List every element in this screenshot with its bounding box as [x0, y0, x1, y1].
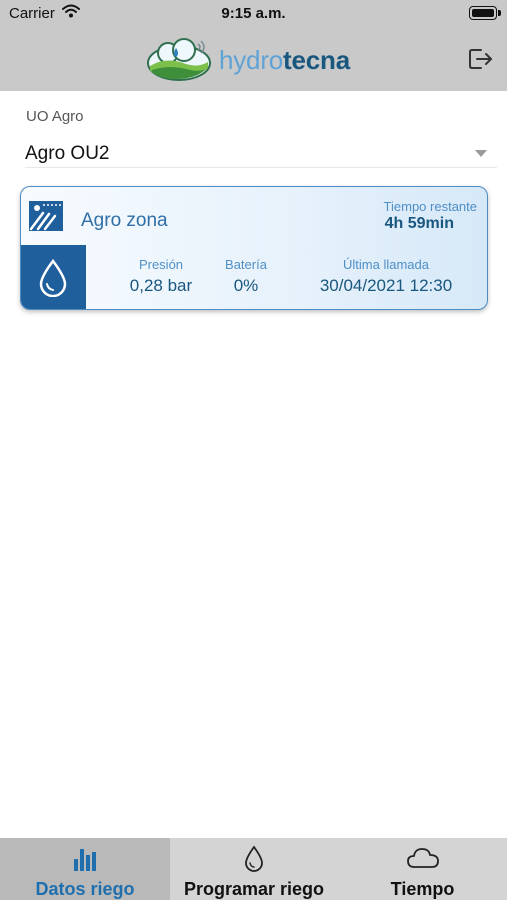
drop-icon [245, 845, 263, 872]
brand-name-light: hydro [219, 44, 284, 75]
status-time: 9:15 a.m. [221, 5, 286, 22]
tab-programar-riego[interactable]: Programar riego [170, 838, 338, 900]
pressure-value: 0,28 bar [129, 276, 193, 295]
bar-chart-icon [74, 849, 96, 871]
hydrotecna-logo-icon [147, 38, 211, 81]
remaining-time-label: Tiempo restante [383, 199, 477, 214]
tab-label: Tiempo [390, 879, 455, 899]
cloud-icon [407, 848, 439, 868]
last-call-stat: Última llamada 30/04/2021 12:30 [301, 257, 471, 296]
last-call-label: Última llamada [343, 257, 429, 272]
logout-icon [469, 49, 492, 69]
battery-value: 0% [233, 276, 259, 295]
battery-icon [469, 6, 501, 20]
logout-button[interactable] [465, 44, 495, 74]
remaining-time-value: 4h 59min [384, 215, 454, 232]
last-call-value: 30/04/2021 12:30 [319, 276, 453, 295]
brand-logo: hydrotecna [146, 38, 350, 82]
brand-name: hydrotecna [219, 45, 350, 76]
tab-label: Datos riego [35, 879, 135, 899]
drop-panel [21, 245, 86, 309]
zone-card[interactable]: Agro zona Tiempo restante 4h 59min Presi… [20, 186, 488, 310]
irrigation-zone-icon [29, 201, 63, 231]
tab-datos-riego[interactable]: Datos riego [0, 838, 170, 900]
drop-icon [39, 259, 67, 297]
app-header: Carrier 9:15 a.m. hydrotecna [0, 0, 507, 91]
battery-stat: Batería 0% [206, 257, 286, 296]
pressure-stat: Presión 0,28 bar [101, 257, 221, 296]
chevron-down-icon [475, 150, 487, 157]
status-bar: Carrier 9:15 a.m. [0, 0, 507, 30]
tab-tiempo[interactable]: Tiempo [338, 838, 507, 900]
uo-selector[interactable]: Agro OU2 [25, 140, 497, 168]
tab-label: Programar riego [183, 879, 325, 899]
tab-bar: Datos riego Programar riego Tiempo [0, 838, 507, 900]
pressure-label: Presión [138, 257, 184, 272]
battery-label: Batería [225, 257, 267, 272]
brand-name-dark: tecna [283, 44, 350, 75]
uo-selected-value: Agro OU2 [25, 143, 110, 164]
zone-name: Agro zona [81, 210, 168, 231]
uo-label: UO Agro [26, 108, 84, 125]
